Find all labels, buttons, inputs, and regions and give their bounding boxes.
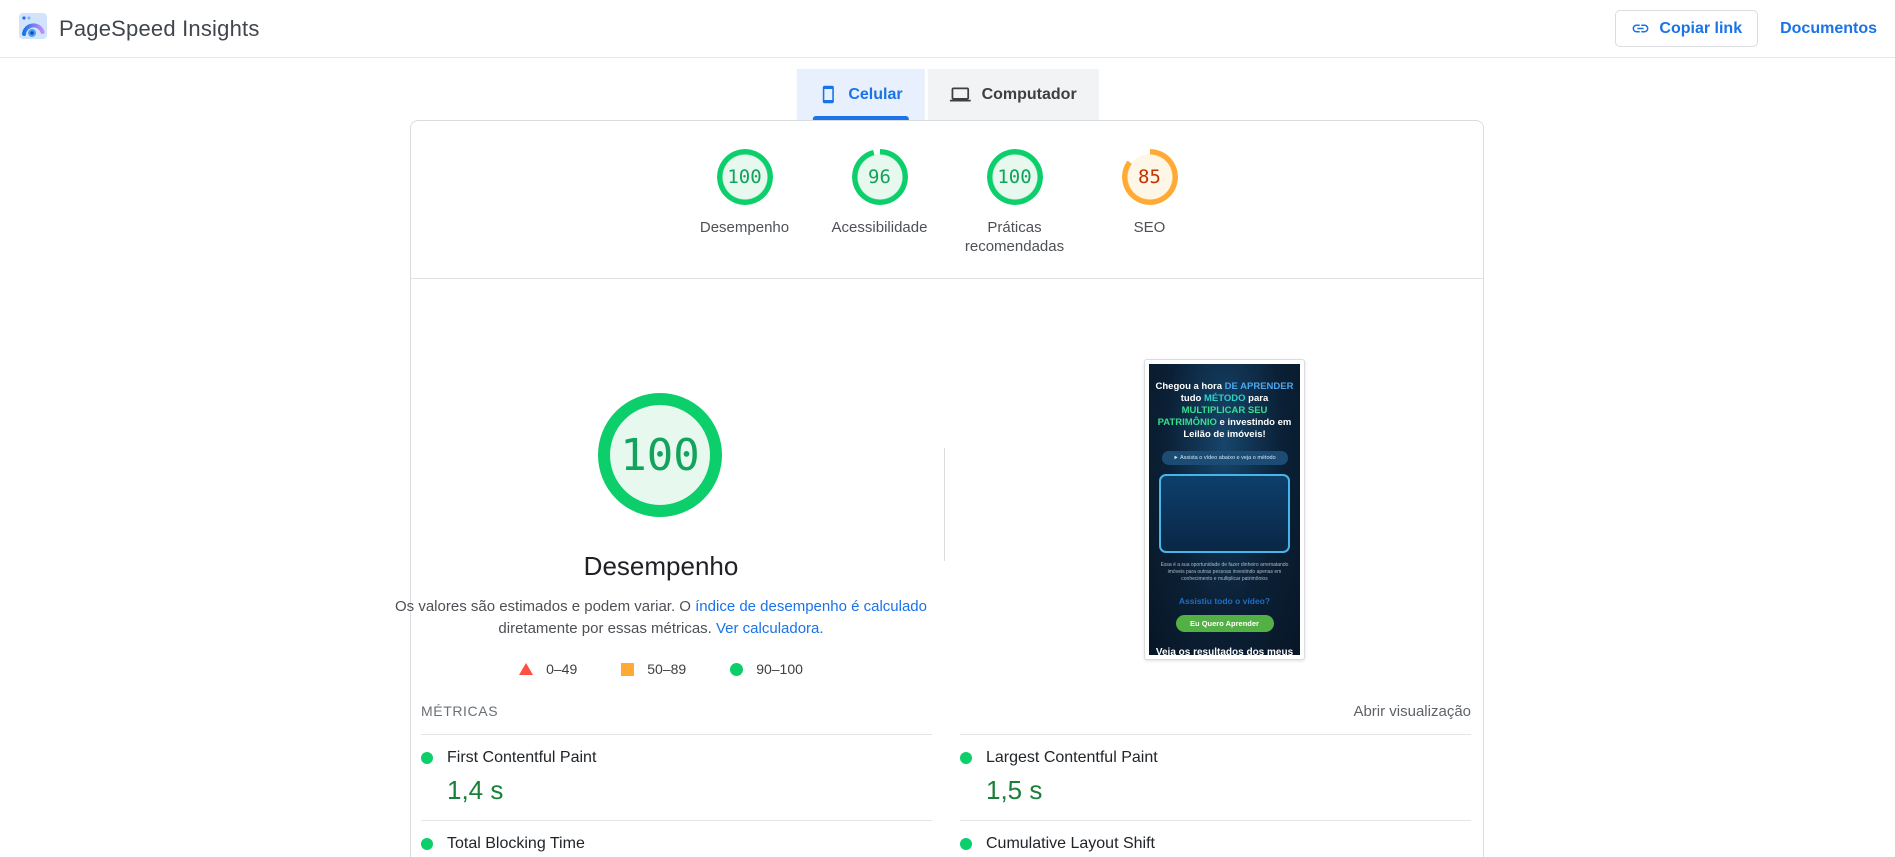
metric-value: 1,4 s [447, 775, 504, 805]
metric-name: First Contentful Paint [447, 749, 597, 766]
headline-part: Chegou a hora [1155, 381, 1225, 392]
metric-lcp: Largest Contentful Paint 1,5 s [960, 734, 1471, 820]
laptop-icon [949, 84, 971, 105]
score-legend: 0–49 50–89 90–100 [411, 661, 911, 677]
green-dot-icon [421, 752, 433, 764]
score-best-practices[interactable]: 100 Práticas recomendadas [947, 149, 1082, 256]
device-tabs: Celular Computador [796, 69, 1099, 120]
headline-part: DE APRENDER [1224, 381, 1294, 392]
thumbnail-footer: Veja os resultados dos meus alunos [1155, 647, 1294, 655]
category-scores-row: 100 Desempenho 96 Acessibilidade 100 Prá… [411, 149, 1483, 256]
metrics-section-label: MÉTRICAS [421, 703, 499, 719]
legend-good: 90–100 [730, 661, 803, 677]
gauge-label: Desempenho [699, 219, 790, 236]
smartphone-icon [818, 85, 837, 104]
thumbnail-video-cta: ► Assista o vídeo abaixo e veja o método [1161, 451, 1288, 465]
metrics-grid: First Contentful Paint 1,4 s Largest Con… [421, 734, 1471, 857]
legend-average: 50–89 [621, 661, 686, 677]
performance-section-title: Desempenho [583, 551, 739, 581]
gauge-score: 100 [997, 166, 1032, 188]
tab-desktop-label: Computador [981, 85, 1077, 103]
report-card: 100 Desempenho 96 Acessibilidade 100 Prá… [395, 120, 1484, 857]
thumbnail-question: Assistiu todo o vídeo? [1178, 596, 1271, 606]
app-header: PageSpeed Insights Copiar link Documento… [0, 0, 1895, 58]
column-divider [944, 448, 945, 561]
metric-cls: Cumulative Layout Shift [960, 820, 1471, 857]
gauge-score: 100 [727, 166, 762, 188]
gauge-score: 96 [868, 166, 891, 188]
open-preview-link[interactable]: Abrir visualização [1353, 703, 1471, 720]
thumbnail-cta-button: Eu Quero Aprender [1175, 615, 1274, 632]
app-logo[interactable]: PageSpeed Insights [18, 11, 260, 46]
link-icon [1631, 19, 1650, 38]
documentation-link[interactable]: Documentos [1780, 20, 1877, 38]
headline-part: para [1245, 393, 1269, 404]
metric-name: Largest Contentful Paint [986, 749, 1158, 766]
gauge-label: SEO [1133, 219, 1166, 236]
performance-main-gauge: 100 [598, 393, 722, 517]
green-dot-icon [960, 838, 972, 850]
green-dot-icon [421, 838, 433, 850]
pagespeed-logo-icon [18, 11, 48, 46]
score-performance[interactable]: 100 Desempenho [677, 149, 812, 256]
score-accessibility[interactable]: 96 Acessibilidade [812, 149, 947, 256]
legend-range: 0–49 [546, 661, 578, 677]
metric-name: Total Blocking Time [447, 835, 585, 852]
metric-fcp: First Contentful Paint 1,4 s [421, 734, 932, 820]
metric-tbt: Total Blocking Time [421, 820, 932, 857]
thumbnail-content: Chegou a hora DE APRENDER tudo MÉTODO pa… [1149, 364, 1300, 655]
legend-fail: 0–49 [519, 661, 577, 677]
copy-link-button[interactable]: Copiar link [1615, 10, 1759, 47]
performance-main-score: 100 [620, 429, 700, 481]
tab-mobile[interactable]: Celular [796, 69, 925, 120]
thumbnail-headline: Chegou a hora DE APRENDER tudo MÉTODO pa… [1149, 364, 1300, 441]
seo-gauge: 85 [1121, 149, 1178, 205]
legend-range: 90–100 [756, 661, 803, 677]
description-text: Os valores são estimados e podem variar.… [395, 598, 696, 615]
app-title: PageSpeed Insights [59, 15, 260, 41]
performance-index-link[interactable]: índice de desempenho é calculado [695, 598, 927, 615]
metric-value: 1,5 s [986, 775, 1043, 805]
green-circle-icon [730, 662, 744, 676]
pagespeed-insights-page: PageSpeed Insights Copiar link Documento… [0, 0, 1895, 857]
gauge-score: 85 [1138, 166, 1161, 188]
metric-name: Cumulative Layout Shift [986, 835, 1155, 852]
orange-square-icon [621, 662, 635, 676]
thumbnail-video-placeholder [1159, 474, 1290, 553]
metrics-header: MÉTRICAS Abrir visualização [421, 703, 1471, 723]
page-preview-thumbnail[interactable]: Chegou a hora DE APRENDER tudo MÉTODO pa… [1144, 359, 1305, 660]
metrics-section: MÉTRICAS Abrir visualização First Conten… [411, 703, 1483, 857]
score-seo[interactable]: 85 SEO [1082, 149, 1217, 256]
performance-gauge: 100 [716, 149, 773, 205]
accessibility-gauge: 96 [851, 149, 908, 205]
header-actions: Copiar link Documentos [1615, 10, 1877, 47]
legend-range: 50–89 [647, 661, 687, 677]
calculator-link[interactable]: Ver calculadora. [716, 620, 824, 637]
section-divider [411, 278, 1483, 279]
red-triangle-icon [519, 663, 534, 675]
gauge-label: Acessibilidade [831, 219, 928, 236]
tab-desktop[interactable]: Computador [927, 69, 1099, 120]
gauge-label: Práticas recomendadas [964, 219, 1065, 255]
performance-description: Os valores são estimados e podem variar.… [371, 596, 951, 640]
headline-part: tudo [1180, 393, 1204, 404]
best-practices-gauge: 100 [986, 149, 1043, 205]
description-text: diretamente por essas métricas. [498, 620, 716, 637]
thumbnail-body-text: Essa é a sua oportunidade de fazer dinhe… [1160, 562, 1289, 582]
headline-part: MÉTODO [1203, 393, 1246, 404]
tab-mobile-label: Celular [848, 85, 903, 103]
green-dot-icon [960, 752, 972, 764]
copy-link-label: Copiar link [1659, 19, 1743, 37]
